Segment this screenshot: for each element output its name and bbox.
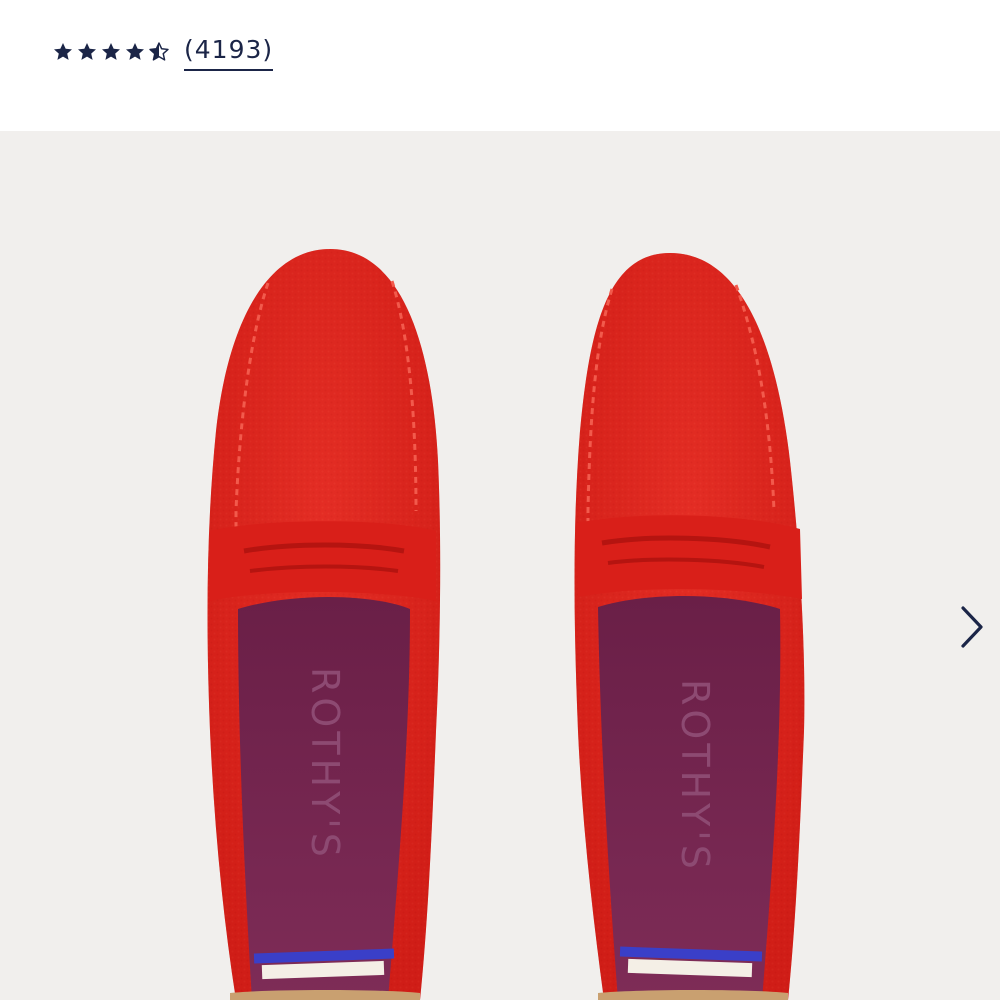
- chevron-right-icon: [961, 606, 983, 648]
- product-page: (4193) ROTHY'S ROTHY'S: [0, 0, 1000, 1000]
- right-shoe: ROTHY'S: [574, 253, 805, 1000]
- product-image: ROTHY'S ROTHY'S: [207, 249, 805, 1000]
- product-image-gallery: ROTHY'S ROTHY'S: [0, 131, 1000, 1000]
- star-full-icon: [126, 43, 144, 60]
- star-full-icon: [54, 43, 72, 60]
- right-insole-brand: ROTHY'S: [673, 679, 717, 873]
- star-full-icon: [78, 43, 96, 60]
- review-count-link[interactable]: (4193): [184, 33, 274, 71]
- star-rating: [52, 41, 170, 63]
- left-insole-brand: ROTHY'S: [303, 667, 347, 861]
- next-image-button[interactable]: [952, 599, 992, 655]
- star-half-icon: [149, 42, 169, 61]
- star-full-icon: [102, 43, 120, 60]
- left-shoe: ROTHY'S: [207, 249, 441, 1000]
- rating-summary: (4193): [52, 30, 274, 74]
